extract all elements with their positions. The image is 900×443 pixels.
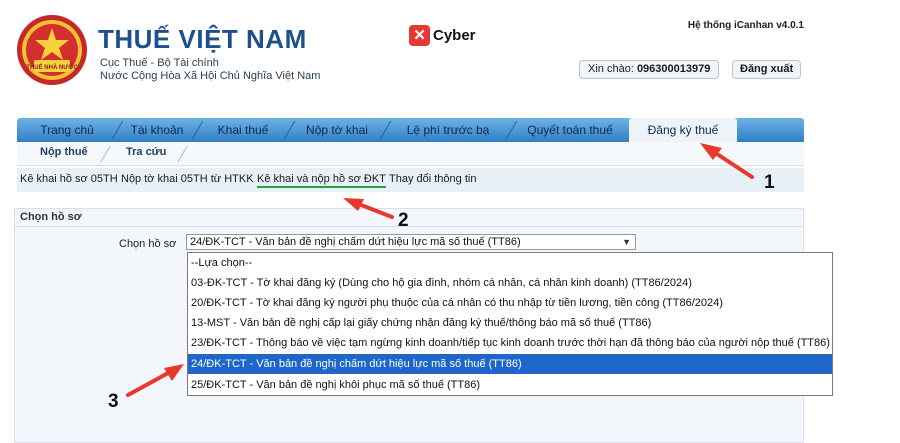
subnav-separator (177, 146, 188, 162)
tab-trang-chu[interactable]: Trang chủ (17, 118, 117, 142)
dropdown-option[interactable]: 25/ĐK-TCT - Văn bản đề nghị khôi phục mã… (188, 375, 832, 395)
annotation-number-3: 3 (108, 391, 119, 412)
dropdown-option-selected[interactable]: 24/ĐK-TCT - Văn bản đề nghị chấm dứt hiệ… (188, 354, 832, 374)
brand-subtitle-country: Nước Cộng Hòa Xã Hội Chủ Nghĩa Việt Nam (100, 70, 321, 82)
tab-nop-to-khai[interactable]: Nộp tờ khai (290, 118, 384, 142)
subnav-nop-thue[interactable]: Nộp thuế (40, 146, 88, 158)
chevron-down-icon[interactable]: ▼ (622, 235, 631, 249)
annotation-number-1: 1 (764, 172, 775, 193)
dropdown-option[interactable]: 23/ĐK-TCT - Thông báo về việc tạm ngừng … (188, 333, 832, 353)
tab-tai-khoan[interactable]: Tài khoản (118, 118, 196, 142)
subnav-separator (100, 146, 111, 162)
greeting-user: 096300013979 (636, 63, 711, 75)
greeting-badge: Xin chào: 096300013979 (579, 60, 720, 79)
panel-title: Chọn hồ sơ (20, 211, 82, 223)
dropdown-option[interactable]: --Lựa chọn-- (188, 253, 832, 273)
link-nop-to-khai-05th[interactable]: Nộp tờ khai 05TH từ HTKK (121, 173, 254, 185)
brand-title: THUẾ VIỆT NAM (98, 24, 307, 54)
link-ke-khai-05th[interactable]: Kê khai hồ sơ 05TH (20, 173, 118, 185)
select-label: Chọn hồ sơ (119, 238, 177, 250)
greeting-label: Xin chào: (588, 63, 634, 75)
tab-quyet-toan-thue[interactable]: Quyết toán thuế (512, 118, 628, 142)
tab-le-phi-truoc-ba[interactable]: Lệ phí trước bạ (386, 118, 510, 142)
cyber-x-icon: ✕ (409, 24, 430, 46)
function-link-bar: Kê khai hồ sơ 05TH Nộp tờ khai 05TH từ H… (17, 168, 804, 192)
system-version: Hệ thống iCanhan v4.0.1 (687, 20, 804, 31)
cyber-logo: ✕ Cyber (409, 24, 476, 46)
panel-divider (15, 226, 803, 227)
select-value: 24/ĐK-TCT - Văn bản đề nghị chấm dứt hiệ… (190, 236, 521, 248)
dropdown-option[interactable]: 03-ĐK-TCT - Tờ khai đăng ký (Dùng cho hộ… (188, 273, 832, 293)
cyber-logo-text: Cyber (433, 26, 476, 44)
tab-khai-thue[interactable]: Khai thuế (198, 118, 288, 142)
logout-button[interactable]: Đăng xuất (732, 60, 802, 79)
dropdown-option[interactable]: 20/ĐK-TCT - Tờ khai đăng ký người phụ th… (188, 293, 832, 313)
site-header: THUẾ NHÀ NƯỚC THUẾ VIỆT NAM Cục Thuế - B… (0, 0, 900, 112)
main-nav: Trang chủ Tài khoản Khai thuế Nộp tờ kha… (17, 118, 804, 142)
annotation-number-2: 2 (398, 210, 409, 231)
brand-subtitle-agency: Cục Thuế - Bộ Tài chính (100, 57, 219, 69)
dropdown-option[interactable]: 13-MST - Văn bản đề nghị cấp lại giấy ch… (188, 313, 832, 333)
link-ke-khai-nop-ho-so-dkt[interactable]: Kê khai và nộp hồ sơ ĐKT (257, 173, 386, 188)
link-thay-doi-thong-tin[interactable]: Thay đổi thông tin (389, 173, 476, 185)
subnav-tra-cuu[interactable]: Tra cứu (126, 146, 166, 158)
emblem-text: THUẾ NHÀ NƯỚC (26, 63, 78, 71)
sub-nav: Nộp thuế Tra cứu (17, 142, 804, 166)
tab-dang-ky-thue[interactable]: Đăng ký thuế (629, 118, 737, 142)
form-type-dropdown-list: --Lựa chọn-- 03-ĐK-TCT - Tờ khai đăng ký… (187, 252, 833, 396)
national-emblem-icon: THUẾ NHÀ NƯỚC (17, 15, 87, 85)
form-type-select[interactable]: 24/ĐK-TCT - Văn bản đề nghị chấm dứt hiệ… (186, 234, 636, 250)
